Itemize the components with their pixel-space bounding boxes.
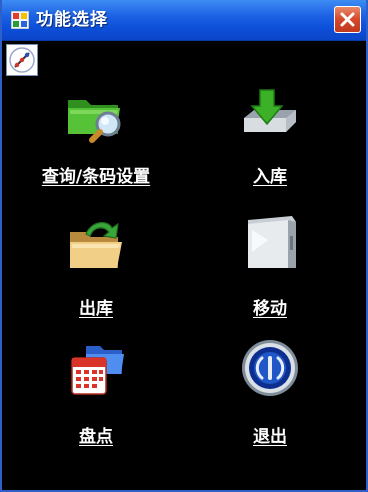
app-logo [6, 44, 38, 76]
menu-item-exit[interactable]: 退出 [185, 336, 355, 456]
folder-export-icon [70, 222, 122, 268]
exit-button-icon [242, 340, 298, 396]
close-button[interactable] [334, 6, 361, 33]
window-title: 功能选择 [36, 10, 108, 30]
menu-item-move[interactable]: 移动 [185, 210, 355, 330]
menu-item-stocktake[interactable]: 盘点 [11, 338, 181, 458]
menu-item-label: 入库 [253, 167, 287, 187]
menu-item-label: 退出 [253, 427, 287, 447]
folder-search-icon [68, 100, 121, 143]
close-icon [340, 12, 355, 27]
menu-item-label: 出库 [79, 299, 113, 319]
move-box-icon [248, 216, 296, 268]
menu-item-outbound[interactable]: 出库 [11, 214, 181, 334]
menu-item-label: 盘点 [79, 427, 113, 447]
calendar-folder-icon [71, 346, 124, 395]
main-window: 功能选择 查询/条码设置 入库 出库 移动 盘点 退出 [0, 0, 368, 492]
title-bar: 功能选择 [2, 0, 366, 41]
download-arrow-icon [244, 89, 296, 132]
app-icon [11, 11, 29, 29]
menu-item-query[interactable]: 查询/条码设置 [11, 84, 181, 204]
logo-icon [9, 47, 35, 73]
menu-item-label: 移动 [253, 299, 287, 319]
menu-item-label: 查询/条码设置 [41, 167, 151, 187]
menu-item-inbound[interactable]: 入库 [185, 84, 355, 204]
